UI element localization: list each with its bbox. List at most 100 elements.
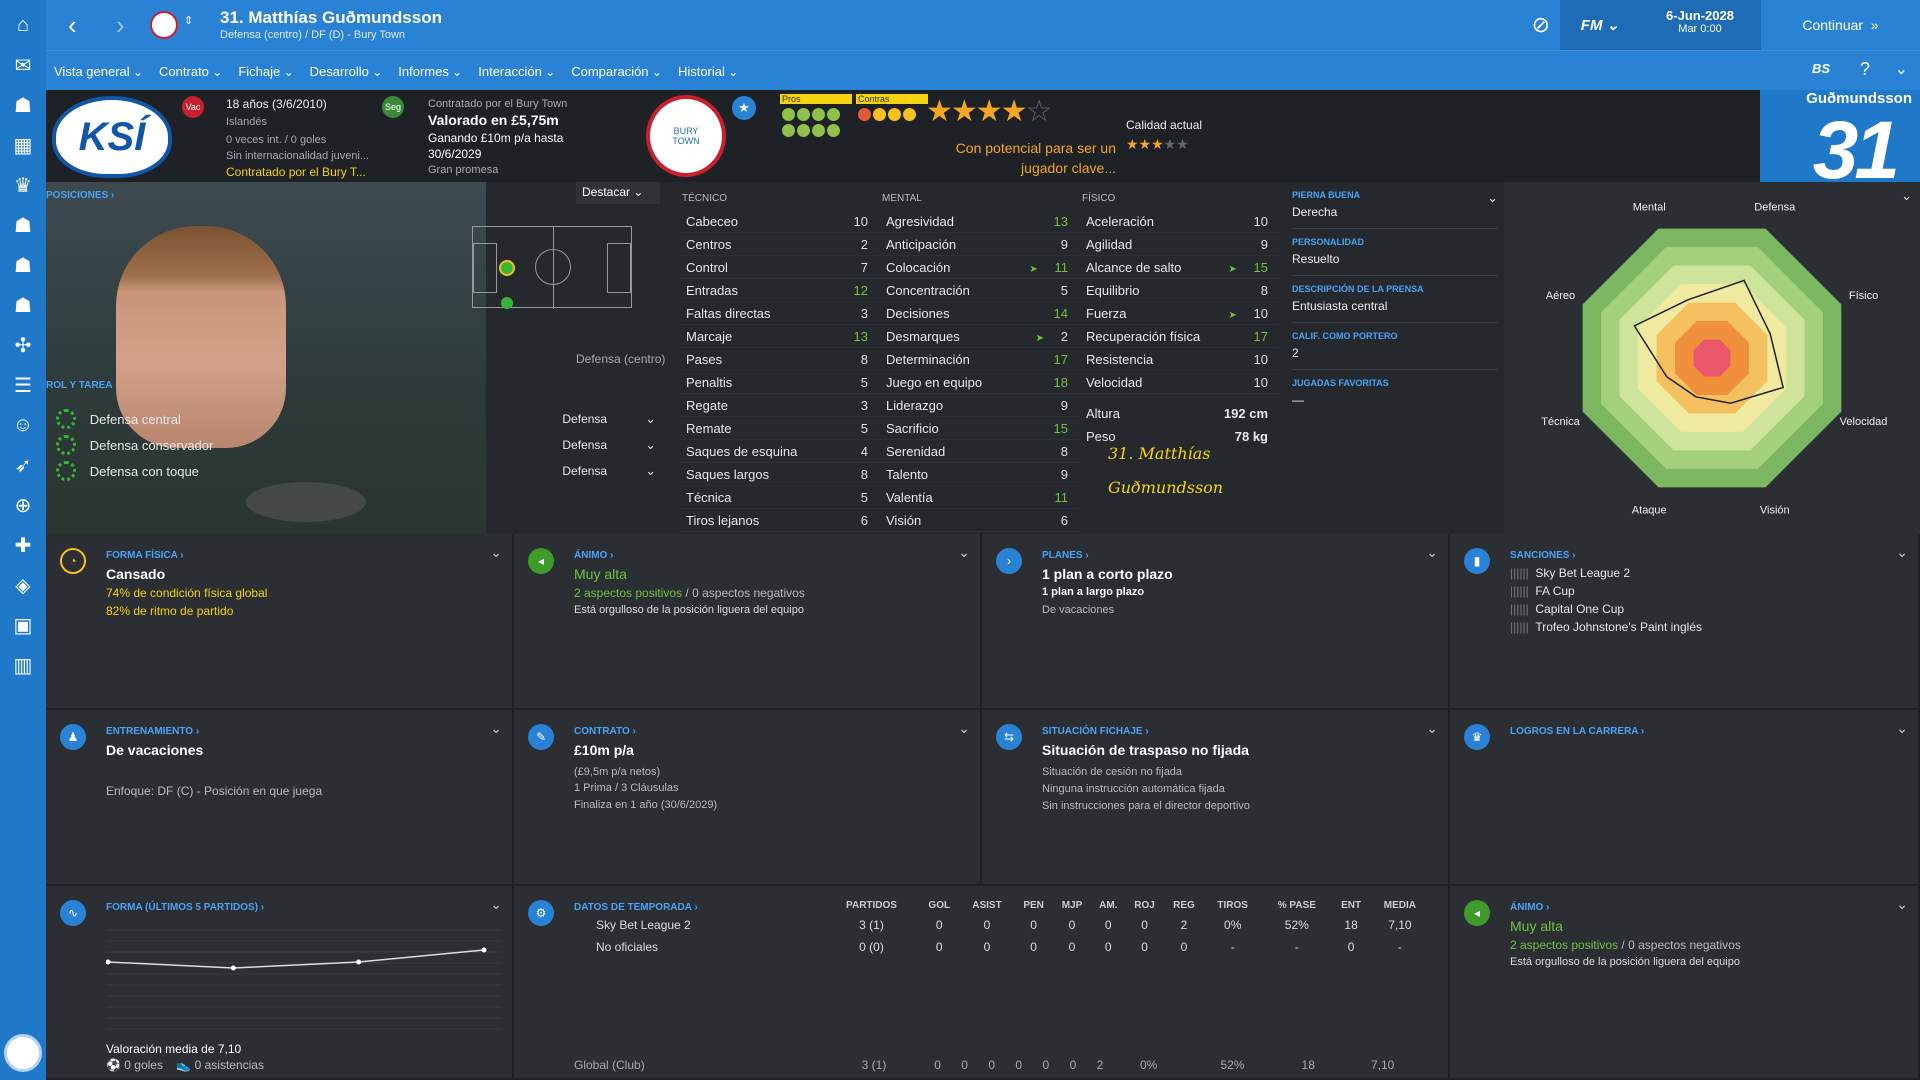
- chevron-down-icon[interactable]: ⌄: [1895, 59, 1908, 79]
- u23-icon[interactable]: ☗: [8, 250, 38, 280]
- player-nation[interactable]: Islandés: [226, 114, 267, 130]
- animo2-label[interactable]: ÁNIMO ›: [1510, 902, 1549, 913]
- sanction-item[interactable]: |||||| FA Cup: [1510, 584, 1702, 602]
- attribute-row[interactable]: Resistencia 10: [1078, 348, 1278, 371]
- panel-chevron-icon[interactable]: ⌄: [1896, 544, 1908, 561]
- attribute-row[interactable]: Determinación 17: [878, 348, 1078, 371]
- attribute-row[interactable]: Remate 5: [678, 417, 878, 440]
- menu-historial[interactable]: Historial: [678, 64, 738, 79]
- fichaje-label[interactable]: SITUACIÓN FICHAJE ›: [1042, 726, 1149, 737]
- panel-chevron-icon[interactable]: ⌄: [1896, 720, 1908, 737]
- positive-aspects[interactable]: 2 aspectos positivos: [574, 586, 682, 600]
- attribute-row[interactable]: Concentración 5: [878, 279, 1078, 302]
- menu-comparacion[interactable]: Comparación: [571, 64, 662, 79]
- attribute-row[interactable]: Decisiones 14: [878, 302, 1078, 325]
- attribute-row[interactable]: Agresividad 13: [878, 210, 1078, 233]
- panel-chevron-icon[interactable]: ⌄: [490, 720, 502, 737]
- attribute-row[interactable]: Alcance de salto ➤ 15: [1078, 256, 1278, 279]
- squad-icon[interactable]: ☗: [8, 90, 38, 120]
- attribute-row[interactable]: Velocidad 10: [1078, 371, 1278, 394]
- column-header[interactable]: ENT: [1332, 896, 1369, 914]
- attribute-row[interactable]: Marcaje 13: [678, 325, 878, 348]
- form-point[interactable]: [481, 947, 487, 953]
- role-duty[interactable]: Defensa: [562, 438, 645, 452]
- club-crest-icon[interactable]: [4, 1034, 42, 1072]
- sanction-item[interactable]: |||||| Trofeo Johnstone's Paint inglés: [1510, 620, 1702, 638]
- contras-icons[interactable]: [858, 108, 928, 124]
- attribute-row[interactable]: Recuperación física 17: [1078, 325, 1278, 348]
- table-row-total[interactable]: Global (Club) 3 (1) 0 0 0 0 0 0 2 0% 52% 18 7,10: [574, 1054, 1430, 1076]
- medical-icon[interactable]: ✚: [8, 530, 38, 560]
- attribute-row[interactable]: Juego en equipo 18: [878, 371, 1078, 394]
- positive-aspects[interactable]: 2 aspectos positivos: [1510, 938, 1618, 952]
- menu-informes[interactable]: Informes: [398, 64, 462, 79]
- panel-chevron-icon[interactable]: ⌄: [490, 896, 502, 913]
- club-badge-icon[interactable]: [150, 11, 178, 39]
- home-icon[interactable]: ⌂: [8, 10, 38, 40]
- back-arrow-icon[interactable]: ‹: [68, 10, 77, 41]
- favourite-star-icon[interactable]: ★: [732, 96, 756, 120]
- sanction-item[interactable]: |||||| Capital One Cup: [1510, 602, 1702, 620]
- attribute-row[interactable]: Control 7: [678, 256, 878, 279]
- attribute-row[interactable]: Regate 3: [678, 394, 878, 417]
- contrato-label[interactable]: CONTRATO ›: [574, 726, 636, 737]
- attribute-row[interactable]: Liderazgo 9: [878, 394, 1078, 417]
- column-header[interactable]: MEDIA: [1370, 896, 1430, 914]
- column-header[interactable]: % PASE: [1261, 896, 1332, 914]
- column-header[interactable]: REG: [1164, 896, 1204, 914]
- column-header[interactable]: ROJ: [1125, 896, 1163, 914]
- menu-contrato[interactable]: Contrato: [159, 64, 222, 79]
- entrenamiento-label[interactable]: ENTRENAMIENTO ›: [106, 726, 199, 737]
- menu-vista-general[interactable]: Vista general: [54, 64, 143, 79]
- role-row[interactable]: Defensa con toque Defensa ⌄: [56, 458, 656, 484]
- inbox-icon[interactable]: ✉: [8, 50, 38, 80]
- attribute-row[interactable]: Cabeceo 10: [678, 210, 878, 233]
- attribute-row[interactable]: Valentía 11: [878, 486, 1078, 509]
- role-duty[interactable]: Defensa: [562, 412, 645, 426]
- date-box[interactable]: 6-Jun-2028 Mar 0:00: [1640, 0, 1760, 50]
- bury-town-crest[interactable]: BURY TOWN: [646, 95, 726, 177]
- training-icon[interactable]: ➶: [8, 450, 38, 480]
- highlight-dropdown[interactable]: Destacar ⌄: [576, 182, 660, 204]
- role-row[interactable]: Defensa conservador Defensa ⌄: [56, 432, 656, 458]
- continue-button[interactable]: Continuar »: [1760, 0, 1920, 50]
- positions-label[interactable]: POSICIONES ›: [46, 190, 114, 201]
- panel-chevron-icon[interactable]: ⌄: [1896, 896, 1908, 913]
- animo-label[interactable]: ÁNIMO ›: [574, 550, 613, 561]
- attribute-row[interactable]: Anticipación 9: [878, 233, 1078, 256]
- panel-chevron-icon[interactable]: ⌄: [958, 544, 970, 561]
- sanciones-label[interactable]: SANCIONES ›: [1510, 550, 1576, 561]
- attribute-row[interactable]: Visión 6: [878, 509, 1078, 532]
- attribute-row[interactable]: Equilibrio 8: [1078, 279, 1278, 302]
- panel-chevron-icon[interactable]: ⌄: [958, 720, 970, 737]
- attribute-row[interactable]: Penaltis 5: [678, 371, 878, 394]
- column-header[interactable]: TIROS: [1204, 896, 1261, 914]
- position-pitch[interactable]: [472, 226, 632, 309]
- sanction-item[interactable]: |||||| Sky Bet League 2: [1510, 566, 1702, 584]
- info-chevron-icon[interactable]: ⌄: [1487, 190, 1498, 206]
- negative-aspects[interactable]: 0 aspectos negativos: [692, 586, 805, 600]
- team-icon[interactable]: ☗: [8, 210, 38, 240]
- search-icon[interactable]: ⊘: [1532, 12, 1550, 38]
- attribute-row[interactable]: Saques largos 8: [678, 463, 878, 486]
- forma-label[interactable]: FORMA FÍSICA ›: [106, 550, 184, 561]
- attribute-row[interactable]: Centros 2: [678, 233, 878, 256]
- form-point[interactable]: [106, 959, 111, 965]
- pros-icons[interactable]: [782, 108, 852, 140]
- fm-logo[interactable]: FM ⌄: [1560, 0, 1640, 50]
- attribute-row[interactable]: Faltas directas 3: [678, 302, 878, 325]
- u18-icon[interactable]: ☗: [8, 290, 38, 320]
- panel-chevron-icon[interactable]: ⌄: [490, 544, 502, 561]
- negative-aspects[interactable]: 0 aspectos negativos: [1628, 938, 1741, 952]
- attribute-row[interactable]: Sacrificio 15: [878, 417, 1078, 440]
- attribute-row[interactable]: Fuerza ➤ 10: [1078, 302, 1278, 325]
- scouting-icon[interactable]: ⊕: [8, 490, 38, 520]
- panel-chevron-icon[interactable]: ⌄: [1426, 720, 1438, 737]
- attribute-row[interactable]: Colocación ➤ 11: [878, 256, 1078, 279]
- column-header[interactable]: ASIST: [959, 896, 1014, 914]
- finances-icon[interactable]: ▣: [8, 610, 38, 640]
- column-header[interactable]: GOL: [919, 896, 959, 914]
- panel-chevron-icon[interactable]: ⌄: [1426, 544, 1438, 561]
- staff-icon[interactable]: ☺: [8, 410, 38, 440]
- form-point[interactable]: [230, 965, 236, 971]
